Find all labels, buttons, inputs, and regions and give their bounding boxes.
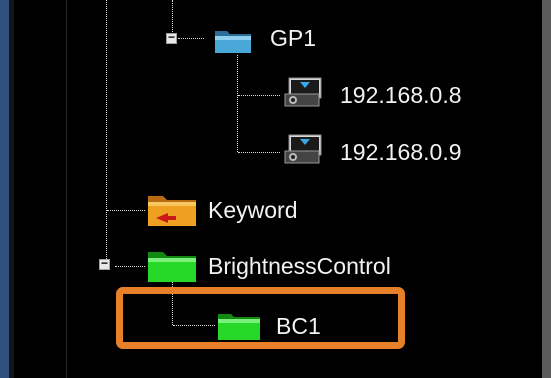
collapse-toggle[interactable]: − [166,31,177,44]
panel-left-divider [9,0,14,378]
highlight-box [116,287,405,349]
tree-node-label: GP1 [270,25,317,51]
tree-node-label: 192.168.0.8 [340,82,462,108]
folder-icon [148,196,196,226]
tree-connector [107,210,145,212]
collapse-toggle[interactable]: − [99,257,110,270]
tree-connector [172,0,174,32]
tree-guide-line [66,0,67,378]
panel-left-border [0,0,9,378]
tree-node-label: Keyword [208,197,298,223]
projector-icon [284,134,322,164]
tree-connector [106,0,108,259]
vertical-scrollbar[interactable] [542,0,551,378]
tree-connector [115,266,145,268]
tree-connector [237,55,239,152]
projector-icon [284,77,322,107]
folder-icon [215,31,251,53]
tree-connector [238,152,280,154]
tree-node-label: 192.168.0.9 [340,139,462,165]
tree-node-label: BrightnessControl [208,253,391,279]
tree-connector [178,38,204,40]
tree-connector [238,95,280,97]
folder-icon [148,252,196,282]
